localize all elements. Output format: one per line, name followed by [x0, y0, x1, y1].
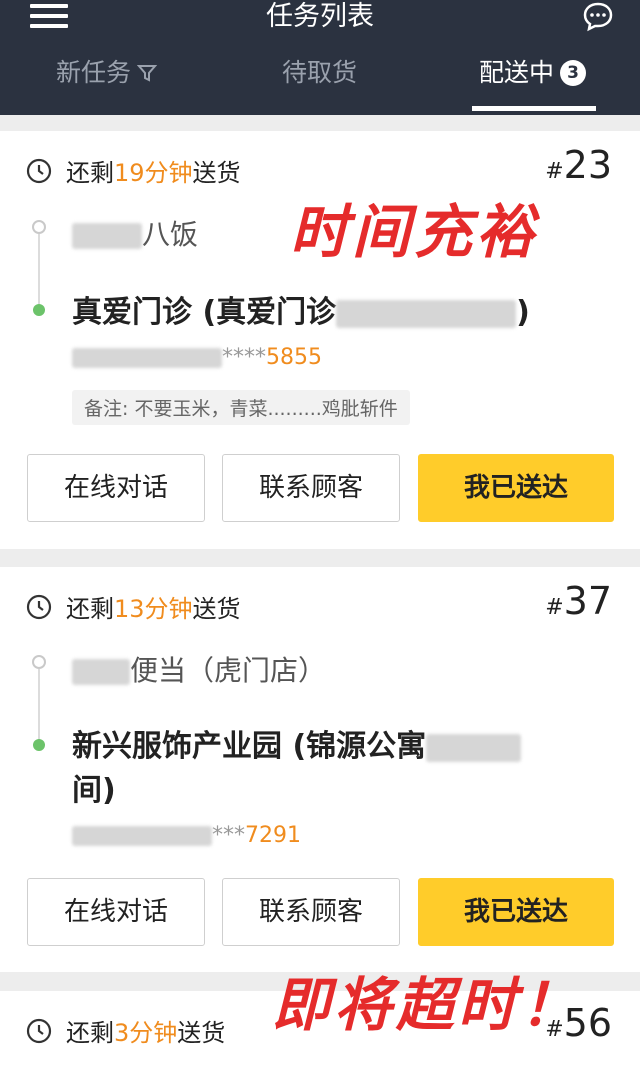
route-line: [38, 234, 40, 304]
tab-label: 新任务: [55, 58, 131, 87]
order-note: 备注: 不要玉米，青菜.........鸡肶斩件: [72, 390, 410, 425]
clock-icon: [26, 594, 52, 619]
tab-new-tasks[interactable]: 新任务: [0, 52, 213, 112]
dropoff-dot: [33, 739, 45, 751]
annotation-about-to-timeout: 即将超时！: [272, 971, 583, 1039]
mark-delivered-button[interactable]: 我已送达: [418, 878, 614, 946]
page-title: 任务列表: [266, 1, 374, 32]
redacted-text: [426, 733, 522, 762]
order-card: 还剩13分钟送货 #37 便当（虎门店） 新兴服饰产业园 (锦源公寓 间) **…: [0, 567, 640, 972]
redacted-text: [72, 826, 212, 846]
route-line: [38, 669, 40, 741]
annotation-plenty-of-time: 时间充裕: [290, 198, 539, 266]
chat-online-button[interactable]: 在线对话: [27, 454, 205, 522]
pickup-dot: [32, 655, 46, 669]
delivery-address: 新兴服饰产业园 (锦源公寓 间): [72, 725, 612, 813]
mark-delivered-button[interactable]: 我已送达: [418, 454, 614, 522]
chat-online-button[interactable]: 在线对话: [27, 878, 205, 946]
clock-icon: [26, 158, 52, 183]
time-remaining: 还剩3分钟送货: [26, 1013, 225, 1048]
clock-icon: [26, 1018, 52, 1043]
redacted-text: [72, 659, 130, 685]
customer-phone: ***7291: [72, 823, 301, 848]
redacted-text: [336, 299, 517, 328]
tab-label: 配送中: [478, 58, 554, 87]
dropoff-dot: [33, 304, 45, 316]
contact-customer-button[interactable]: 联系顾客: [222, 878, 400, 946]
minutes-left: 13分钟: [114, 595, 193, 623]
tab-to-pickup[interactable]: 待取货: [213, 52, 426, 112]
time-remaining: 还剩13分钟送货: [26, 589, 241, 624]
minutes-left: 19分钟: [114, 159, 193, 187]
task-tabs: 新任务 待取货 配送中 3: [0, 52, 640, 112]
order-number: #37: [545, 579, 612, 623]
redacted-text: [72, 223, 142, 249]
store-name: 便当（虎门店）: [72, 649, 326, 689]
order-number: #23: [545, 143, 612, 187]
active-tab-indicator: [472, 106, 596, 111]
tab-delivering[interactable]: 配送中 3: [426, 52, 639, 112]
filter-icon[interactable]: [137, 63, 157, 83]
delivery-address: 真爱门诊 (真爱门诊): [72, 295, 530, 330]
minutes-left: 3分钟: [114, 1019, 178, 1047]
tab-label: 待取货: [281, 58, 357, 87]
contact-customer-button[interactable]: 联系顾客: [222, 454, 400, 522]
chat-bubble-icon[interactable]: [582, 0, 614, 32]
pickup-dot: [32, 220, 46, 234]
count-badge: 3: [560, 60, 586, 86]
redacted-text: [72, 348, 222, 368]
app-header: 任务列表 新任务 待取货 配送中 3: [0, 0, 640, 115]
customer-phone: ****5855: [72, 345, 322, 370]
store-name: 八饭: [72, 213, 198, 253]
time-remaining: 还剩19分钟送货: [26, 153, 241, 188]
